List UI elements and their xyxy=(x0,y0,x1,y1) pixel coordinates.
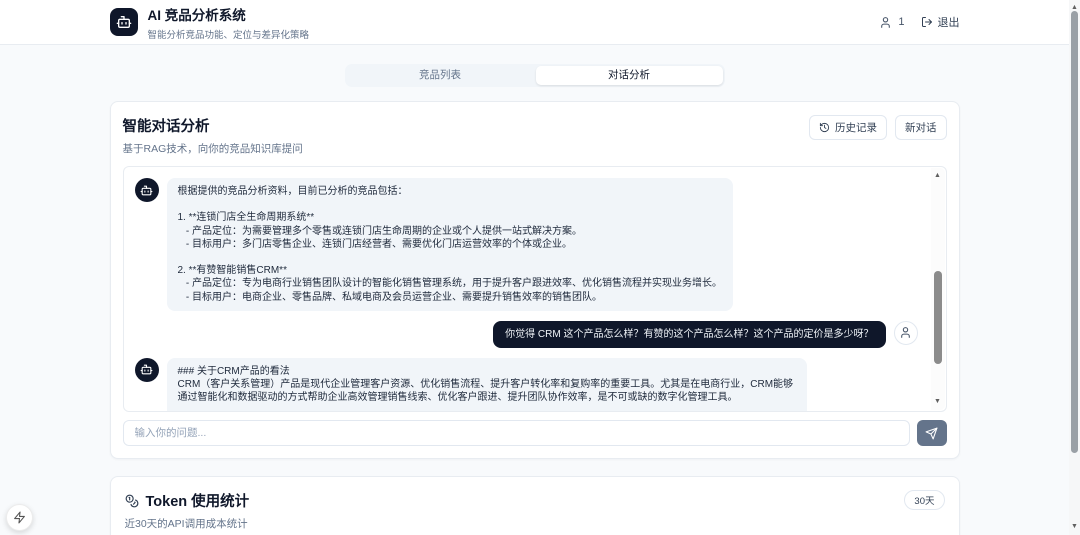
logout-icon xyxy=(921,16,933,28)
history-button-label: 历史记录 xyxy=(835,120,877,135)
chat-panel-actions: 历史记录 新对话 xyxy=(809,115,947,140)
assistant-avatar-robot-icon xyxy=(135,358,159,382)
assistant-message-bubble: ### 关于CRM产品的看法 CRM（客户关系管理）产品是现代企业管理客户资源、… xyxy=(167,358,807,412)
chat-panel-title: 智能对话分析 xyxy=(123,115,303,136)
robot-logo-icon xyxy=(110,8,138,36)
page-scrollbar-thumb[interactable] xyxy=(1071,11,1078,453)
token-usage-panel: Token 使用统计 30天 近30天的API调用成本统计 总Token消耗 1… xyxy=(110,476,960,535)
brand-text: AI 竞品分析系统 智能分析竞品功能、定位与差异化策略 xyxy=(148,4,310,41)
assistant-message-1: 根据提供的竞品分析资料，目前已分析的竞品包括： 1. **连锁门店全生命周期系统… xyxy=(135,178,918,311)
scroll-up-arrow-icon[interactable]: ▲ xyxy=(931,171,945,181)
assistant-message-2: ### 关于CRM产品的看法 CRM（客户关系管理）产品是现代企业管理客户资源、… xyxy=(135,358,918,412)
send-paper-plane-icon xyxy=(925,427,938,440)
history-button[interactable]: 历史记录 xyxy=(809,115,887,140)
view-tabs: 竞品列表 对话分析 xyxy=(345,64,725,87)
user-icon xyxy=(879,16,892,29)
chat-message-list[interactable]: 根据提供的竞品分析资料，目前已分析的竞品包括： 1. **连锁门店全生命周期系统… xyxy=(123,166,947,412)
history-clock-icon xyxy=(819,122,830,133)
logout-button[interactable]: 退出 xyxy=(921,14,960,30)
online-user-count: 1 xyxy=(898,16,904,28)
scroll-down-arrow-icon[interactable]: ▼ xyxy=(931,397,945,407)
user-avatar-icon xyxy=(894,321,918,345)
user-message-bubble: 你觉得 CRM 这个产品怎么样？有赞的这个产品怎么样？这个产品的定价是多少呀？ xyxy=(493,321,885,348)
online-users: 1 xyxy=(879,16,904,29)
app-subtitle: 智能分析竞品功能、定位与差异化策略 xyxy=(148,27,310,41)
chat-scrollbar[interactable]: ▲ ▼ xyxy=(931,168,945,410)
chat-input-row xyxy=(123,420,947,446)
header-right: 1 退出 xyxy=(879,14,959,30)
token-panel-subtitle: 近30天的API调用成本统计 xyxy=(125,516,945,531)
chat-panel-subtitle: 基于RAG技术，向你的竞品知识库提问 xyxy=(123,141,303,156)
page-scroll-down-arrow-icon[interactable]: ▼ xyxy=(1069,522,1080,532)
send-button[interactable] xyxy=(917,420,947,446)
token-panel-title: Token 使用统计 xyxy=(146,490,250,511)
lightning-icon xyxy=(13,511,26,524)
tab-chat-analysis[interactable]: 对话分析 xyxy=(536,66,723,85)
page-scrollbar[interactable]: ▲ ▼ xyxy=(1069,0,1080,535)
assistant-message-bubble: 根据提供的竞品分析资料，目前已分析的竞品包括： 1. **连锁门店全生命周期系统… xyxy=(167,178,733,311)
logout-label: 退出 xyxy=(938,14,960,30)
chat-panel-header: 智能对话分析 基于RAG技术，向你的竞品知识库提问 历史记录 新对话 xyxy=(123,115,947,156)
coins-icon xyxy=(125,494,139,508)
chat-analysis-panel: 智能对话分析 基于RAG技术，向你的竞品知识库提问 历史记录 新对话 xyxy=(110,101,960,459)
question-input[interactable] xyxy=(123,420,910,446)
app-header: AI 竞品分析系统 智能分析竞品功能、定位与差异化策略 1 退出 xyxy=(0,0,1069,45)
new-chat-button-label: 新对话 xyxy=(905,120,937,135)
token-panel-header: Token 使用统计 30天 xyxy=(125,490,945,511)
period-badge: 30天 xyxy=(904,490,944,510)
chat-scrollbar-thumb[interactable] xyxy=(934,271,942,364)
quick-action-button[interactable] xyxy=(6,504,33,531)
brand: AI 竞品分析系统 智能分析竞品功能、定位与差异化策略 xyxy=(110,4,310,41)
new-chat-button[interactable]: 新对话 xyxy=(895,115,947,140)
page-content: AI 竞品分析系统 智能分析竞品功能、定位与差异化策略 1 退出 竞品列表 对话… xyxy=(0,0,1069,535)
app-title: AI 竞品分析系统 xyxy=(148,4,310,24)
assistant-avatar-robot-icon xyxy=(135,178,159,202)
tab-competitor-list[interactable]: 竞品列表 xyxy=(347,66,534,85)
user-message-1: 你觉得 CRM 这个产品怎么样？有赞的这个产品怎么样？这个产品的定价是多少呀？ xyxy=(135,321,918,348)
